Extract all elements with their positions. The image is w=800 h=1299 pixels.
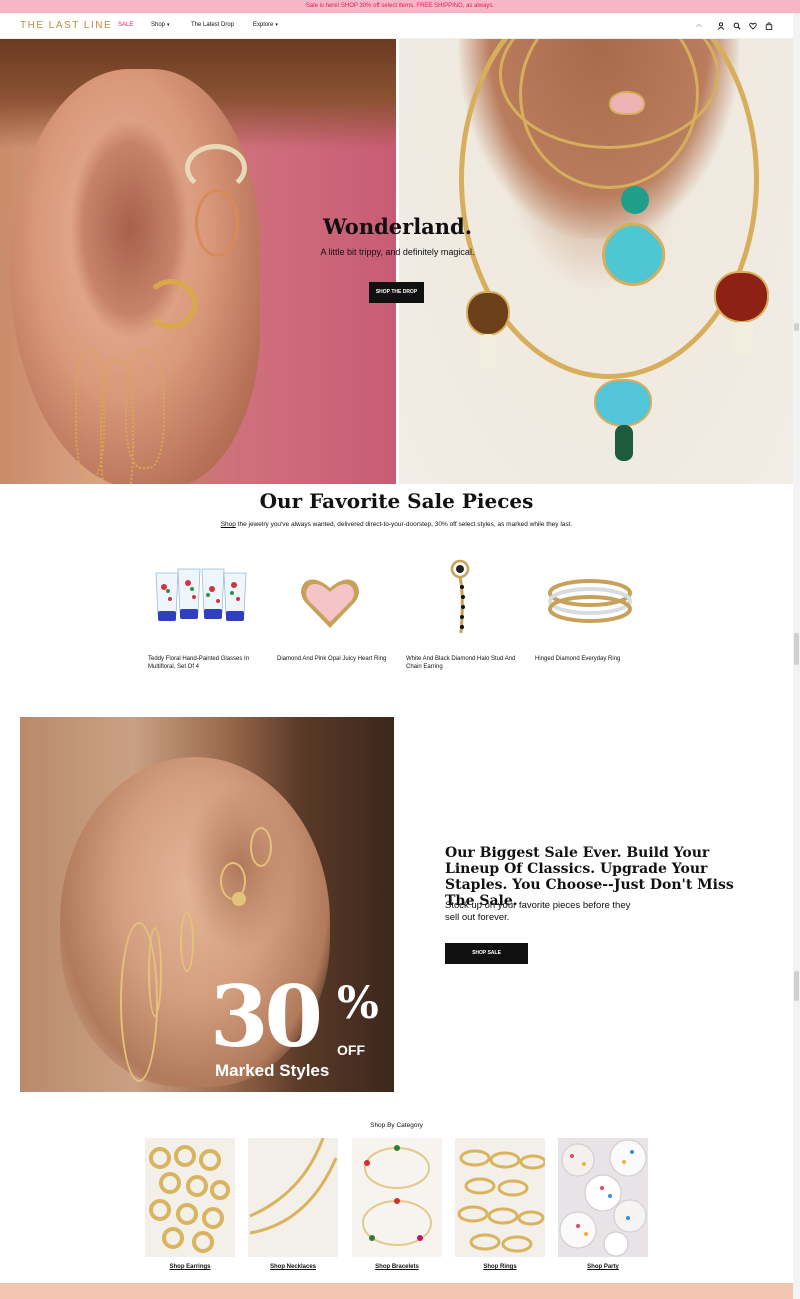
- hoop-earring-shape: [195, 189, 239, 257]
- sale-promo-image[interactable]: 30 % OFF Marked Styles: [20, 717, 394, 1092]
- shop-necklaces-link[interactable]: Shop Necklaces: [248, 1264, 338, 1270]
- hero-necklace-image: [399, 39, 793, 484]
- stud-earring-shape: [232, 892, 246, 906]
- heart-icon[interactable]: [748, 21, 758, 31]
- product-card[interactable]: Diamond And Pink Opal Juicy Heart Ring: [277, 555, 392, 663]
- product-name[interactable]: White And Black Diamond Halo Stud And Ch…: [406, 655, 521, 671]
- thirty-text: 30: [210, 967, 323, 1066]
- shop-rings-link[interactable]: Shop Rings: [455, 1264, 545, 1270]
- nav-sale[interactable]: SALE: [118, 22, 133, 28]
- scroll-thumb[interactable]: [794, 323, 799, 331]
- scrollbar[interactable]: [793, 13, 800, 1299]
- category-card-bracelets[interactable]: Shop Bracelets: [352, 1138, 442, 1270]
- subtitle-text: the jewelry you've always wanted, delive…: [235, 521, 573, 528]
- marked-styles-text: Marked Styles: [215, 1061, 330, 1080]
- shop-earrings-link[interactable]: Shop Earrings: [145, 1264, 235, 1270]
- percent-text: %: [337, 978, 379, 1029]
- gem-earring-shape: [145, 279, 197, 329]
- hero-ear-image: [0, 39, 396, 484]
- promo-subtitle: Stock up on your favorite pieces before …: [445, 900, 631, 923]
- hero-subtitle: A little bit trippy, and definitely magi…: [320, 247, 475, 257]
- category-image[interactable]: [455, 1138, 545, 1257]
- bow-pendant-shape: [609, 91, 645, 115]
- mushroom-stem-shape: [479, 334, 497, 370]
- product-image[interactable]: [406, 555, 521, 645]
- hoop-earring-shape: [148, 927, 162, 1017]
- product-card[interactable]: White And Black Diamond Halo Stud And Ch…: [406, 555, 521, 671]
- shop-bracelets-link[interactable]: Shop Bracelets: [352, 1264, 442, 1270]
- shop-sale-button[interactable]: SHOP SALE: [445, 943, 528, 964]
- nav-shop[interactable]: Shop ▾: [151, 22, 170, 28]
- flower-pendant-shape: [621, 186, 649, 214]
- mushroom-pendant-shape: [714, 271, 769, 323]
- chevron-down-icon: ▾: [167, 22, 170, 28]
- product-image[interactable]: [277, 555, 392, 645]
- favorites-title: Our Favorite Sale Pieces: [259, 489, 534, 513]
- mushroom-stem-shape: [732, 322, 754, 355]
- product-card[interactable]: Hinged Diamond Everyday Ring: [535, 555, 650, 663]
- category-card-rings[interactable]: Shop Rings: [455, 1138, 545, 1270]
- hoop-earring-shape: [250, 827, 272, 867]
- hero-banner[interactable]: Wonderland. A little bit trippy, and def…: [0, 39, 793, 484]
- product-name[interactable]: Diamond And Pink Opal Juicy Heart Ring: [277, 655, 392, 663]
- cuff-earring-shape: [185, 144, 247, 192]
- category-card-party[interactable]: Shop Party: [558, 1138, 648, 1270]
- hoop-earring-shape: [180, 912, 194, 972]
- scroll-thumb[interactable]: [794, 971, 799, 1001]
- hero-title: Wonderland.: [322, 214, 473, 239]
- off-text: OFF: [337, 1042, 365, 1058]
- product-name[interactable]: Hinged Diamond Everyday Ring: [535, 655, 650, 663]
- bag-icon[interactable]: [764, 21, 774, 31]
- mushroom-pendant-shape: [594, 379, 652, 427]
- product-image[interactable]: [535, 555, 650, 645]
- category-image[interactable]: [558, 1138, 648, 1257]
- chevron-up-icon[interactable]: [694, 21, 704, 31]
- mushroom-pendant-shape: [466, 291, 510, 336]
- product-image[interactable]: [148, 555, 263, 645]
- category-card-necklaces[interactable]: Shop Necklaces: [248, 1138, 338, 1270]
- mushroom-stem-shape: [615, 425, 633, 461]
- shop-link[interactable]: Shop: [221, 521, 236, 528]
- category-card-earrings[interactable]: Shop Earrings: [145, 1138, 235, 1270]
- top-navigation: THE LAST LINE SALE Shop ▾ The Latest Drop…: [0, 13, 793, 39]
- categories-title: Shop By Category: [370, 1122, 423, 1129]
- search-icon[interactable]: [732, 21, 742, 31]
- shop-the-drop-button[interactable]: SHOP THE DROP: [369, 282, 424, 303]
- account-icon[interactable]: [716, 21, 726, 31]
- product-card[interactable]: Teddy Floral Hand-Painted Glasses In Mul…: [148, 555, 263, 671]
- product-name[interactable]: Teddy Floral Hand-Painted Glasses In Mul…: [148, 655, 263, 671]
- chain-shape: [125, 349, 165, 469]
- favorites-subtitle: Shop the jewelry you've always wanted, d…: [0, 521, 793, 528]
- category-image[interactable]: [248, 1138, 338, 1257]
- hero-text: Wonderland. A little bit trippy, and def…: [260, 214, 535, 257]
- category-image[interactable]: [145, 1138, 235, 1257]
- shop-party-link[interactable]: Shop Party: [558, 1264, 648, 1270]
- chevron-down-icon: ▾: [275, 22, 278, 28]
- brand-logo[interactable]: THE LAST LINE: [20, 20, 112, 31]
- category-image[interactable]: [352, 1138, 442, 1257]
- footer-strip: [0, 1283, 793, 1299]
- scroll-thumb[interactable]: [794, 633, 799, 665]
- announcement-bar[interactable]: Sale is here! SHOP 30% off select items.…: [0, 0, 800, 13]
- nav-explore[interactable]: Explore ▾: [253, 22, 278, 28]
- nav-latest-drop[interactable]: The Latest Drop: [191, 22, 234, 28]
